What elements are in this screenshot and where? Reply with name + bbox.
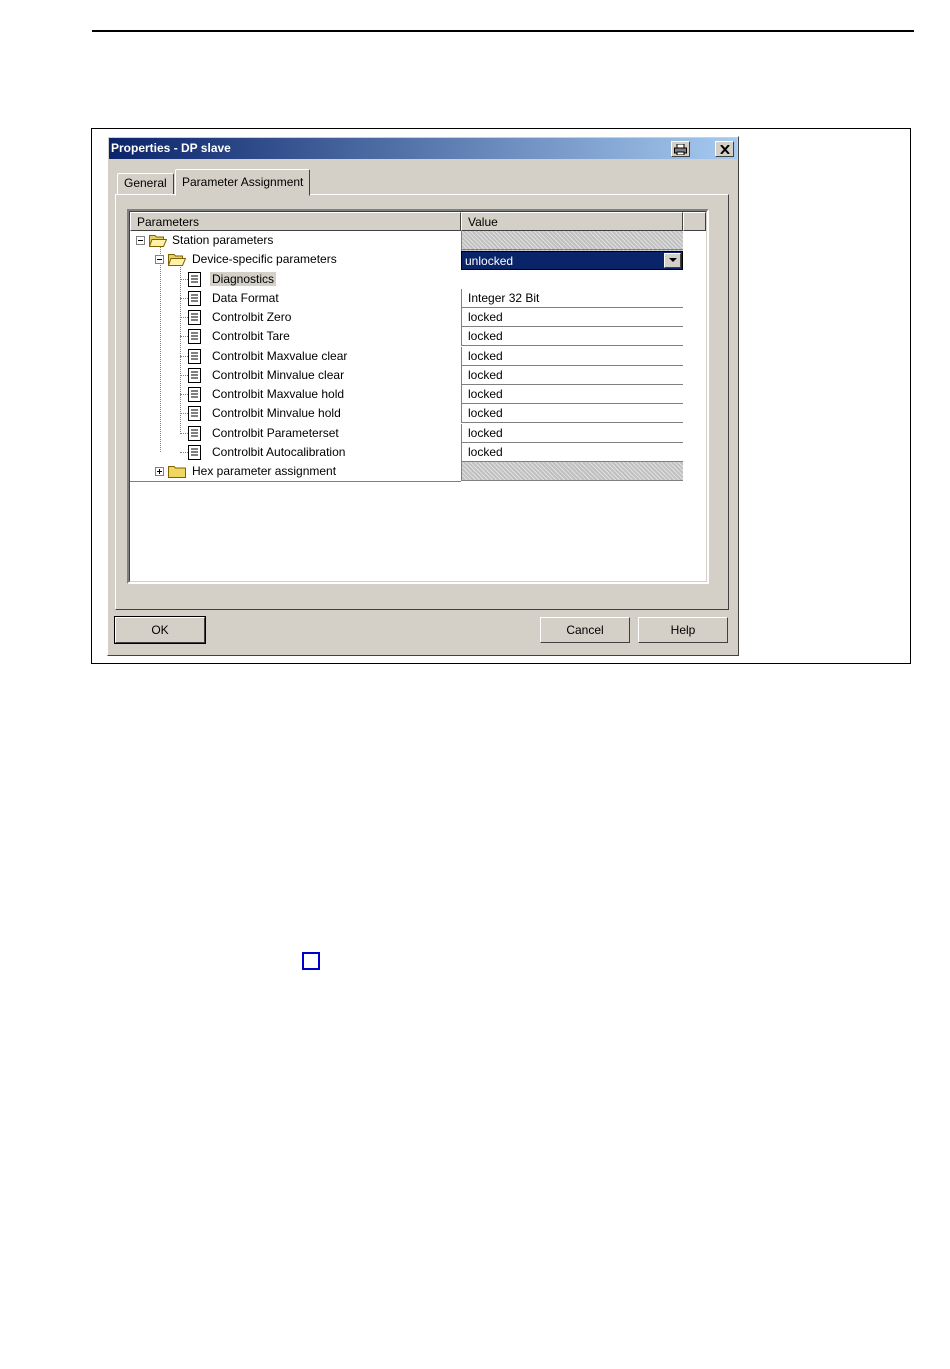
parameter-document-icon [188,426,201,441]
tree-row-controlbit-parameterset[interactable]: Controlbit Parameterset [130,424,461,443]
parameter-document-icon [188,329,201,344]
tab-general-label: General [124,176,167,190]
tree-row-controlbit-tare[interactable]: Controlbit Tare [130,327,461,346]
tree-row-data-format[interactable]: Data Format [130,289,461,308]
help-button[interactable]: Help [638,617,728,643]
cancel-button[interactable]: Cancel [540,617,630,643]
parameter-document-icon [188,387,201,402]
properties-dialog: Properties - DP slave General Parameter … [107,136,739,656]
value-cell[interactable]: Integer 32 Bit [461,289,683,308]
ok-button[interactable]: OK [114,616,206,644]
parameter-document-icon [188,349,201,364]
tree-label: Controlbit Maxvalue hold [212,387,345,401]
close-button[interactable] [715,141,734,157]
value-cell[interactable]: locked [461,327,683,346]
tab-general[interactable]: General [117,173,174,195]
parameter-document-icon [188,310,201,325]
column-header-spacer [683,212,706,231]
parameter-grid: Parameters Value Station parameters Devi… [127,209,709,584]
print-button[interactable] [671,141,690,157]
tree-row-device-specific-parameters[interactable]: Device-specific parameters [130,250,461,269]
tree-label: Device-specific parameters [192,252,337,266]
tab-parameter-assignment-label: Parameter Assignment [182,175,304,189]
tree-label: Controlbit Autocalibration [212,445,346,459]
dialog-titlebar[interactable]: Properties - DP slave [109,138,737,159]
select-value: unlocked [465,254,514,268]
value-cell [461,462,683,481]
tree-row-controlbit-maxvalue-clear[interactable]: Controlbit Maxvalue clear [130,347,461,366]
tree-label: Controlbit Zero [212,310,292,324]
tree-label: Station parameters [172,233,274,247]
tree-label: Controlbit Tare [212,329,290,343]
folder-open-icon [149,235,167,247]
parameter-document-icon [188,368,201,383]
tree-label: Controlbit Parameterset [212,426,339,440]
tree-row-controlbit-zero[interactable]: Controlbit Zero [130,308,461,327]
value-cell[interactable]: locked [461,347,683,366]
value-cell [461,231,683,250]
tree-label: Controlbit Minvalue hold [212,406,341,420]
tree-row-controlbit-minvalue-hold[interactable]: Controlbit Minvalue hold [130,404,461,423]
tree-row-diagnostics[interactable]: Diagnostics [130,270,461,289]
value-cell[interactable]: locked [461,308,683,327]
dropdown-button[interactable] [664,253,681,268]
value-cell[interactable]: locked [461,385,683,404]
value-cell[interactable]: locked [461,424,683,443]
printer-icon [674,143,687,155]
grid-divider [130,481,461,482]
dialog-title: Properties - DP slave [111,141,231,155]
square-marker-icon [302,952,320,970]
parameter-document-icon [188,291,201,306]
folder-closed-icon [168,466,186,478]
column-header-parameters[interactable]: Parameters [130,212,461,231]
tree-row-controlbit-minvalue-clear[interactable]: Controlbit Minvalue clear [130,366,461,385]
tree-label-selected: Diagnostics [210,272,277,286]
tree-label: Data Format [212,291,279,305]
tree-row-controlbit-maxvalue-hold[interactable]: Controlbit Maxvalue hold [130,385,461,404]
collapse-icon[interactable] [155,255,164,264]
chevron-down-icon [668,258,677,262]
value-cell[interactable]: locked [461,443,683,462]
parameter-document-icon [188,272,201,287]
column-header-value[interactable]: Value [461,212,683,231]
parameter-document-icon [188,406,201,421]
folder-open-icon [168,254,186,266]
top-rule [92,30,914,32]
collapse-icon[interactable] [136,236,145,245]
parameter-document-icon [188,445,201,460]
tree-label: Hex parameter assignment [192,464,337,478]
value-cell[interactable]: locked [461,366,683,385]
tree-label: Controlbit Minvalue clear [212,368,345,382]
value-cell[interactable]: locked [461,404,683,423]
close-icon [719,144,730,154]
tree-row-hex-parameter-assignment[interactable]: Hex parameter assignment [130,462,461,481]
expand-icon[interactable] [155,467,164,476]
tree-label: Controlbit Maxvalue clear [212,349,348,363]
tree-row-controlbit-autocalibration[interactable]: Controlbit Autocalibration [130,443,461,462]
tree-row-station-parameters[interactable]: Station parameters [130,231,461,250]
diagnostics-value-select[interactable]: unlocked [461,251,683,270]
tab-parameter-assignment[interactable]: Parameter Assignment [175,169,311,196]
